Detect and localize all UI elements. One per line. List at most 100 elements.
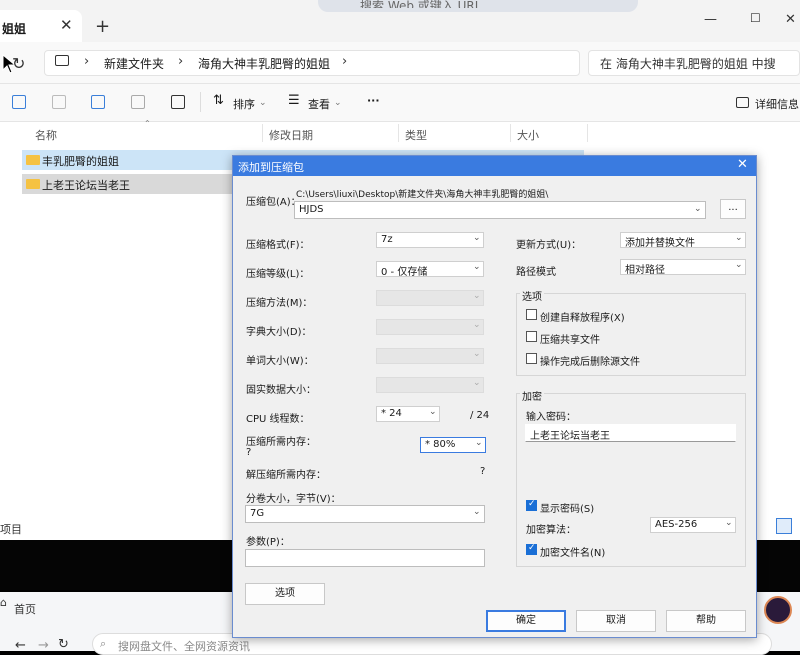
chevron-down-icon: ⌄ [473, 233, 481, 243]
chevron-down-icon: ⌄ [334, 98, 342, 108]
toolbar-divider [200, 92, 201, 112]
details-view-icon[interactable] [776, 518, 792, 534]
paste-icon[interactable] [52, 95, 66, 109]
word-select[interactable] [376, 348, 484, 364]
tab-close-icon[interactable]: ✕ [60, 16, 73, 34]
chevron-down-icon: ⌄ [735, 233, 743, 243]
chevron-right-icon[interactable]: › [342, 54, 347, 69]
archive-name-field[interactable]: HJDS [294, 201, 706, 219]
chevron-right-icon: › [84, 54, 90, 69]
sfx-checkbox[interactable] [526, 309, 537, 320]
shared-files-checkbox[interactable] [526, 331, 537, 342]
new-tab-icon[interactable]: + [95, 16, 110, 37]
split-label: 分卷大小，字节(V)： [246, 494, 341, 505]
details-pane-icon [736, 97, 749, 108]
column-divider [587, 124, 588, 142]
help-button[interactable]: 帮助 [666, 610, 746, 632]
column-size[interactable]: 大小 [517, 127, 539, 143]
encrypt-names-checkbox[interactable] [526, 543, 537, 555]
chevron-down-icon[interactable]: ⌄ [694, 204, 702, 214]
this-pc-icon [55, 55, 69, 66]
path-mode-select[interactable]: 相对路径 [620, 259, 746, 275]
password-label: 输入密码： [526, 412, 576, 423]
view-button[interactable]: 查看 [308, 96, 330, 112]
window-close-icon[interactable]: ✕ [785, 12, 796, 27]
decompress-memory-label: 解压缩所需内存： [246, 470, 326, 481]
memory-value: ? [246, 447, 252, 458]
method-select[interactable] [376, 290, 484, 306]
more-options-icon[interactable]: ··· [367, 94, 380, 107]
memory-label: 压缩所需内存： [246, 437, 316, 448]
column-name[interactable]: 名称 [35, 127, 57, 143]
level-label: 压缩等级(L)： [246, 269, 310, 280]
format-select[interactable]: 7z [376, 232, 484, 248]
home-tab[interactable]: 首页 [14, 601, 36, 617]
chevron-down-icon: ⌄ [473, 349, 481, 359]
show-password-checkbox[interactable] [526, 499, 537, 511]
column-type[interactable]: 类型 [405, 127, 427, 143]
dict-select[interactable] [376, 319, 484, 335]
list-item-name: 上老王论坛当老王 [42, 179, 130, 192]
format-label: 压缩格式(F)： [246, 240, 310, 251]
share-icon[interactable] [131, 95, 145, 109]
update-label: 更新方式(U)： [516, 240, 582, 251]
encryption-method-select[interactable]: AES-256 [650, 517, 736, 533]
list-item-name: 丰乳肥臀的姐姐 [42, 155, 119, 168]
dialog-titlebar [233, 156, 756, 176]
update-select[interactable]: 添加并替换文件 [620, 232, 746, 248]
browse-button[interactable]: ... [720, 199, 746, 219]
solid-select[interactable] [376, 377, 484, 393]
options-group-title: 选项 [520, 288, 544, 303]
chevron-down-icon: ⌄ [475, 438, 483, 448]
sort-button[interactable]: 排序 [233, 96, 255, 112]
path-mode-label: 路径模式 [516, 267, 556, 278]
options-button[interactable]: 选项 [245, 583, 325, 605]
chevron-down-icon: ⌄ [725, 518, 733, 528]
command-bar [0, 84, 800, 122]
sort-icon: ⇅ [213, 93, 224, 108]
chevron-down-icon: ⌄ [473, 507, 481, 517]
cancel-button[interactable]: 取消 [576, 610, 656, 632]
folder-icon [26, 179, 40, 189]
browser-address-placeholder: 搜网盘文件、全网资源资讯 [118, 640, 250, 653]
params-label: 参数(P)： [246, 537, 290, 548]
details-button[interactable]: 详细信息 [755, 96, 799, 112]
rename-icon[interactable] [91, 95, 105, 109]
chevron-down-icon: ⌄ [473, 262, 481, 272]
chevron-down-icon: ⌄ [473, 291, 481, 301]
chevron-down-icon: ⌄ [473, 320, 481, 330]
archive-label: 压缩包(A)： [246, 197, 301, 208]
encrypt-names-label: 加密文件名(N) [540, 548, 606, 559]
chevron-down-icon: ⌄ [735, 260, 743, 270]
folder-icon [26, 155, 40, 165]
refresh-icon[interactable]: ↻ [12, 54, 25, 73]
dialog-close-icon[interactable]: ✕ [737, 157, 748, 172]
sort-up-icon: ⌃ [144, 119, 151, 128]
breadcrumb-item[interactable]: 新建文件夹 [104, 55, 164, 72]
breadcrumb-item[interactable]: 海角大神丰乳肥臀的姐姐 [198, 55, 330, 72]
sfx-label: 创建自释放程序(X) [540, 313, 625, 324]
ok-button[interactable]: 确定 [486, 610, 566, 632]
delete-after-label: 操作完成后删除源文件 [540, 357, 640, 368]
minimize-icon[interactable]: — [704, 12, 717, 27]
view-icon: ☰ [288, 93, 300, 108]
avatar[interactable] [764, 596, 792, 624]
browser-refresh-icon[interactable]: ↻ [58, 637, 69, 652]
dialog-title: 添加到压缩包 [238, 161, 304, 174]
column-date[interactable]: 修改日期 [269, 127, 313, 143]
show-password-label: 显示密码(S) [540, 504, 595, 515]
cpu-label: CPU 线程数： [246, 414, 310, 425]
chevron-right-icon: › [178, 54, 184, 69]
params-field[interactable] [245, 549, 485, 567]
column-divider [510, 124, 511, 142]
delete-after-checkbox[interactable] [526, 353, 537, 364]
cpu-total: / 24 [470, 410, 490, 421]
level-select[interactable]: 0 - 仅存储 [376, 261, 484, 277]
folder-search-placeholder: 在 海角大神丰乳肥臀的姐姐 中搜 [600, 57, 776, 71]
password-field[interactable]: 上老王论坛当老王 [525, 424, 736, 442]
encryption-method-label: 加密算法： [526, 525, 576, 536]
maximize-icon[interactable]: ☐ [750, 11, 761, 25]
split-select[interactable]: 7G [245, 505, 485, 523]
copy-icon[interactable] [12, 95, 26, 109]
delete-icon[interactable] [171, 95, 185, 109]
